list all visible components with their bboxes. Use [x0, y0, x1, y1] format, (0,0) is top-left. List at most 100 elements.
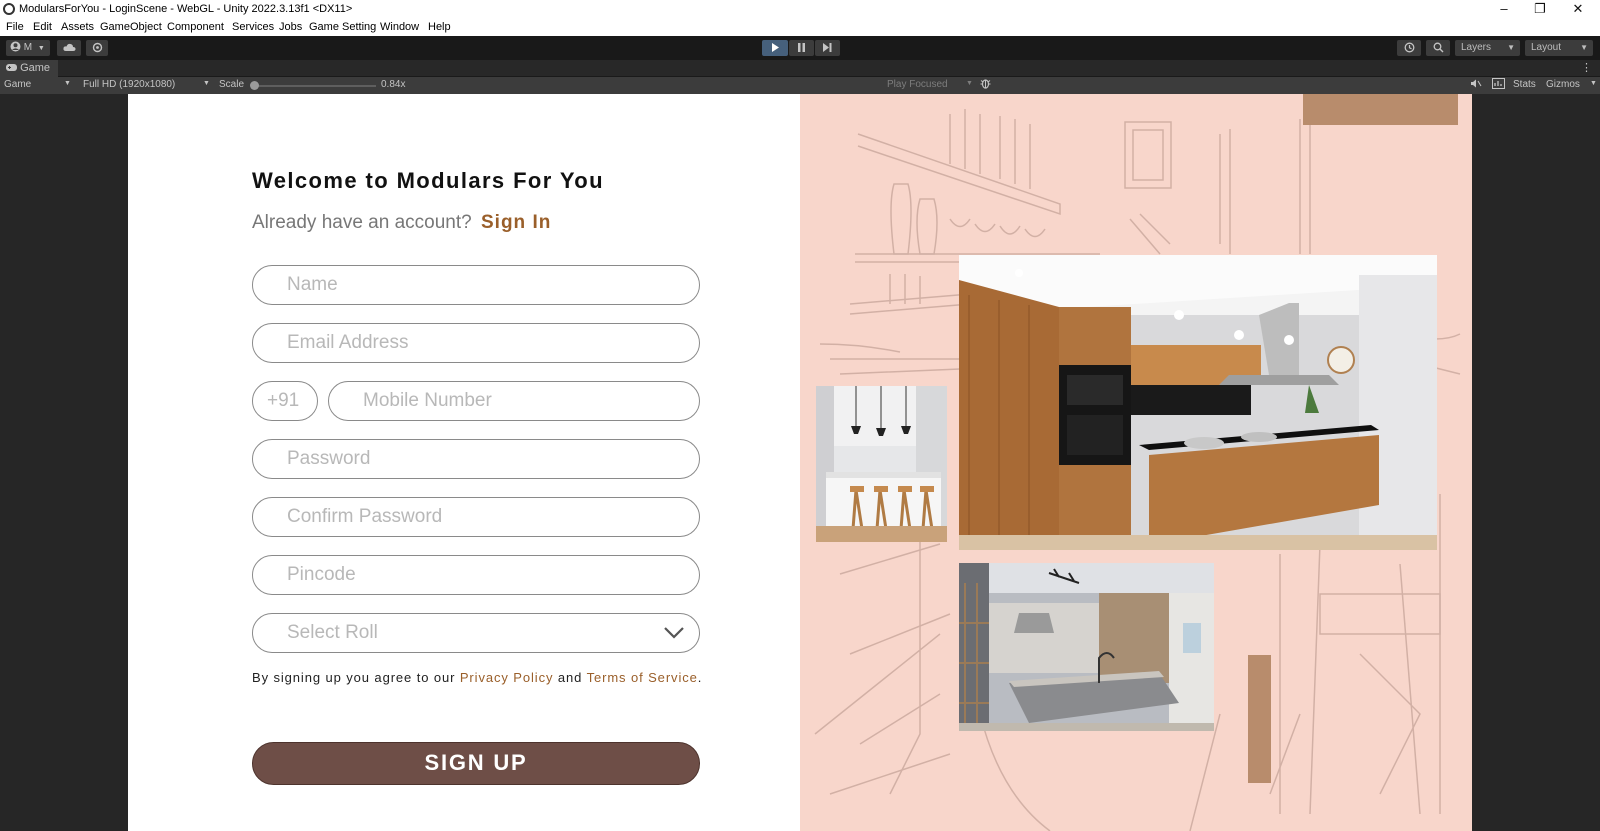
collab-button[interactable]	[86, 40, 108, 56]
account-prompt: Already have an account? Sign In	[252, 212, 551, 234]
resolution-dropdown[interactable]: Full HD (1920x1080) ▼	[83, 79, 211, 90]
resolution-label: Full HD (1920x1080)	[83, 79, 176, 90]
window-title-bar: ModularsForYou - LoginScene - WebGL - Un…	[0, 0, 1600, 18]
email-field[interactable]: Email Address	[252, 323, 700, 363]
play-mode-label: Play Focused	[887, 79, 948, 90]
sign-up-button[interactable]: SIGN UP	[252, 742, 700, 785]
confirm-password-field[interactable]: Confirm Password	[252, 497, 700, 537]
gizmos-dropdown[interactable]: Gizmos ▼	[1546, 79, 1598, 90]
chevron-down-icon: ▼	[64, 80, 71, 87]
pincode-field[interactable]: Pincode	[252, 555, 700, 595]
menu-assets[interactable]: Assets	[61, 21, 94, 33]
history-button[interactable]	[1397, 40, 1421, 56]
pause-icon	[798, 43, 805, 52]
privacy-policy-link[interactable]: Privacy Policy	[460, 670, 554, 685]
cloud-button[interactable]	[57, 40, 81, 56]
kebab-menu-icon[interactable]: ⋮	[1581, 61, 1592, 74]
account-label: M	[23, 42, 33, 53]
kitchen-photo-bottom-image	[959, 563, 1214, 731]
scale-value: 0.84x	[381, 79, 406, 90]
tab-game-label: Game	[20, 62, 51, 74]
window-title: ModularsForYou - LoginScene - WebGL - Un…	[19, 3, 353, 15]
role-select-placeholder: Select Roll	[287, 622, 378, 643]
pause-button[interactable]	[789, 40, 814, 56]
chevron-down-icon: ▼	[1507, 43, 1515, 52]
stats-toggle[interactable]: Stats	[1513, 79, 1536, 90]
kitchen-photo-main-image	[959, 255, 1437, 550]
scale-label: Scale	[219, 79, 245, 90]
terms-prefix: By signing up you agree to our	[252, 670, 456, 685]
unity-logo-icon	[3, 3, 15, 15]
country-code-field[interactable]: +91	[252, 381, 318, 421]
terms-of-service-link[interactable]: Terms of Service	[587, 670, 698, 685]
settings-icon	[92, 42, 102, 53]
menu-help[interactable]: Help	[428, 21, 451, 33]
step-icon	[823, 43, 832, 52]
account-dropdown[interactable]: M ▼	[6, 40, 50, 56]
cloud-icon	[62, 43, 75, 51]
layers-dropdown[interactable]: Layers ▼	[1455, 40, 1520, 56]
minimize-button[interactable]: –	[1486, 0, 1522, 18]
chevron-down-icon: ▼	[37, 45, 45, 52]
terms-text: By signing up you agree to our Privacy P…	[252, 670, 702, 685]
decorative-panel	[800, 94, 1472, 831]
scale-slider-track[interactable]	[254, 85, 376, 87]
menu-bar: File Edit Assets GameObject Component Se…	[0, 18, 1600, 36]
password-field[interactable]: Password	[252, 439, 700, 479]
history-icon	[1404, 42, 1414, 53]
account-icon	[10, 41, 21, 52]
main-toolbar: M ▼ Layers ▼ Layout ▼	[0, 36, 1600, 60]
kitchen-photo-small-image	[816, 386, 947, 542]
menu-window[interactable]: Window	[380, 21, 419, 33]
menu-gameobject[interactable]: GameObject	[100, 21, 162, 33]
mute-audio-icon[interactable]	[1470, 78, 1482, 92]
account-prompt-text: Already have an account?	[252, 212, 472, 233]
welcome-heading: Welcome to Modulars For You	[252, 168, 604, 193]
decorative-block-bottom	[1248, 655, 1271, 783]
close-button[interactable]: ✕	[1560, 0, 1596, 18]
play-icon	[771, 43, 779, 52]
menu-jobs[interactable]: Jobs	[279, 21, 302, 33]
bug-icon[interactable]	[980, 78, 991, 92]
gizmos-label: Gizmos	[1546, 79, 1580, 90]
game-view: Welcome to Modulars For You Already have…	[0, 94, 1600, 831]
chevron-down-icon	[664, 627, 684, 639]
menu-file[interactable]: File	[6, 21, 24, 33]
step-button[interactable]	[815, 40, 840, 56]
play-mode-dropdown[interactable]: Play Focused ▼	[887, 79, 975, 90]
play-button[interactable]	[762, 40, 788, 56]
layers-label: Layers	[1461, 42, 1492, 53]
restore-button[interactable]: ❐	[1522, 0, 1558, 18]
role-select[interactable]: Select Roll	[252, 613, 700, 653]
display-label: Game	[4, 79, 32, 90]
name-field[interactable]: Name	[252, 265, 700, 305]
decorative-block-top	[1303, 94, 1458, 125]
layout-dropdown[interactable]: Layout ▼	[1525, 40, 1593, 56]
terms-and: and	[557, 670, 583, 685]
gamepad-icon	[6, 64, 17, 71]
chevron-down-icon: ▼	[203, 80, 210, 87]
menu-edit[interactable]: Edit	[33, 21, 52, 33]
game-tab-bar: Game ⋮	[0, 60, 1600, 77]
terms-suffix: .	[697, 670, 703, 685]
menu-game-setting[interactable]: Game Setting	[309, 21, 376, 33]
tab-game[interactable]: Game	[0, 60, 59, 77]
kitchen-photo-bottom	[959, 563, 1214, 731]
chevron-down-icon: ▼	[1580, 43, 1588, 52]
scale-slider-handle[interactable]	[250, 81, 259, 90]
chevron-down-icon: ▼	[1590, 80, 1597, 87]
search-icon	[1433, 42, 1443, 53]
search-button[interactable]	[1426, 40, 1450, 56]
display-dropdown[interactable]: Game ▼	[4, 79, 72, 90]
layout-label: Layout	[1531, 42, 1562, 53]
sign-in-link[interactable]: Sign In	[481, 212, 551, 233]
chevron-down-icon: ▼	[966, 80, 973, 87]
menu-component[interactable]: Component	[167, 21, 224, 33]
menu-services[interactable]: Services	[232, 21, 274, 33]
game-controls-bar: Game ▼ Full HD (1920x1080) ▼ Scale 0.84x…	[0, 77, 1600, 94]
stats-icon	[1492, 78, 1505, 92]
game-canvas: Welcome to Modulars For You Already have…	[128, 94, 1472, 831]
kitchen-photo-main	[959, 255, 1437, 550]
mobile-number-field[interactable]: Mobile Number	[328, 381, 700, 421]
kitchen-photo-small	[816, 386, 947, 542]
